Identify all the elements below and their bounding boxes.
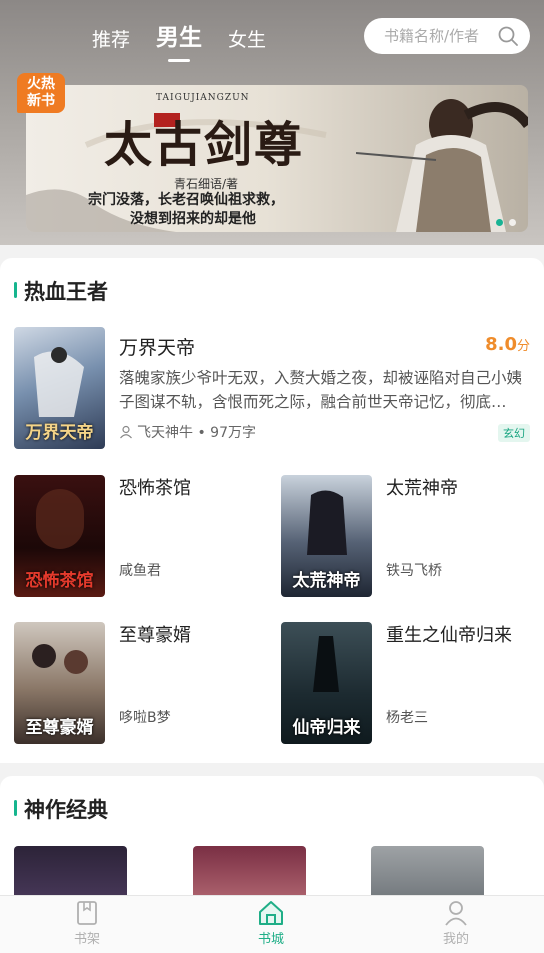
banner-hero-illustration (356, 99, 528, 232)
cover-title: 至尊豪婿 (25, 718, 94, 738)
pager-dot-active[interactable] (496, 219, 503, 226)
pager-dot[interactable] (509, 219, 516, 226)
home-icon (259, 901, 283, 925)
bottom-nav: 书架 书城 我的 (0, 895, 544, 953)
book-meta-text: 飞天神牛 • 97万字 (137, 425, 256, 441)
tab-recommend[interactable]: 推荐 (92, 25, 130, 58)
book-cover[interactable]: 仙帝归来 (281, 622, 372, 744)
section-classic: 神作经典 (0, 776, 544, 906)
book-cover[interactable]: 至尊豪婿 (14, 622, 105, 744)
nav-label: 书架 (73, 932, 100, 947)
banner-tagline-2: 没想到招来的却是他 (130, 211, 256, 227)
nav-label: 我的 (442, 932, 469, 947)
hot-new-badge: 火热 新书 (17, 73, 65, 113)
banner-title: 太古剑尊 (104, 117, 305, 173)
book-title[interactable]: 万界天帝 (119, 333, 195, 360)
nav-label: 书城 (257, 932, 284, 947)
cover-title: 太荒神帝 (292, 571, 361, 591)
tab-female[interactable]: 女生 (228, 25, 266, 58)
nav-bookshelf[interactable]: 书架 (57, 900, 117, 947)
cover-title: 仙帝归来 (292, 718, 361, 738)
banner-latin-title: TAIGUJIANGZUN (156, 93, 250, 103)
book-cover[interactable]: 万界天帝 (14, 327, 105, 449)
section-title: 神作经典 (14, 794, 108, 824)
cover-title: 恐怖茶馆 (25, 571, 94, 591)
nav-profile[interactable]: 我的 (426, 900, 486, 947)
nav-bookstore[interactable]: 书城 (241, 900, 301, 947)
book-title[interactable]: 重生之仙帝归来 (386, 621, 512, 647)
header-background: 推荐 男生 女生 TAIGUJIANGZUN 太古剑尊 青石细语/著 宗门没落，… (0, 0, 544, 245)
book-author: 咸鱼君 (119, 563, 161, 579)
bookshelf-icon (77, 901, 97, 925)
section-title: 热血王者 (14, 276, 108, 306)
book-score: 8.0分 (485, 334, 530, 355)
book-title[interactable]: 恐怖茶馆 (119, 474, 191, 500)
book-title[interactable]: 太荒神帝 (386, 474, 458, 500)
banner-pager (496, 219, 516, 226)
channel-tabs: 推荐 男生 女生 (92, 18, 266, 62)
search-icon[interactable] (498, 26, 518, 46)
user-icon (445, 901, 467, 926)
book-cover[interactable]: 恐怖茶馆 (14, 475, 105, 597)
tab-male[interactable]: 男生 (156, 18, 202, 62)
book-meta: 飞天神牛 • 97万字 (119, 422, 256, 442)
search-input[interactable] (382, 26, 496, 46)
search-box[interactable] (364, 18, 530, 54)
book-title[interactable]: 至尊豪婿 (119, 621, 191, 647)
book-author: 铁马飞桥 (386, 563, 442, 579)
genre-tag[interactable]: 玄幻 (498, 424, 530, 442)
book-author: 哆啦B梦 (119, 710, 171, 726)
section-hot: 热血王者 万界天帝 万界天帝 8.0分 落魄家族少爷叶无双，入赘大婚之夜，却被诬… (0, 258, 544, 763)
cover-title: 万界天帝 (25, 423, 94, 443)
banner-tagline-1: 宗门没落，长老召唤仙祖求救， (88, 192, 284, 208)
book-description: 落魄家族少爷叶无双，入赘大婚之夜，却被诬陷对自己小姨子图谋不轨，含恨而死之际，融… (119, 369, 523, 411)
author-icon (120, 425, 132, 439)
promo-banner[interactable]: TAIGUJIANGZUN 太古剑尊 青石细语/著 宗门没落，长老召唤仙祖求救，… (26, 85, 528, 232)
book-cover[interactable]: 太荒神帝 (281, 475, 372, 597)
book-author: 杨老三 (386, 710, 428, 726)
